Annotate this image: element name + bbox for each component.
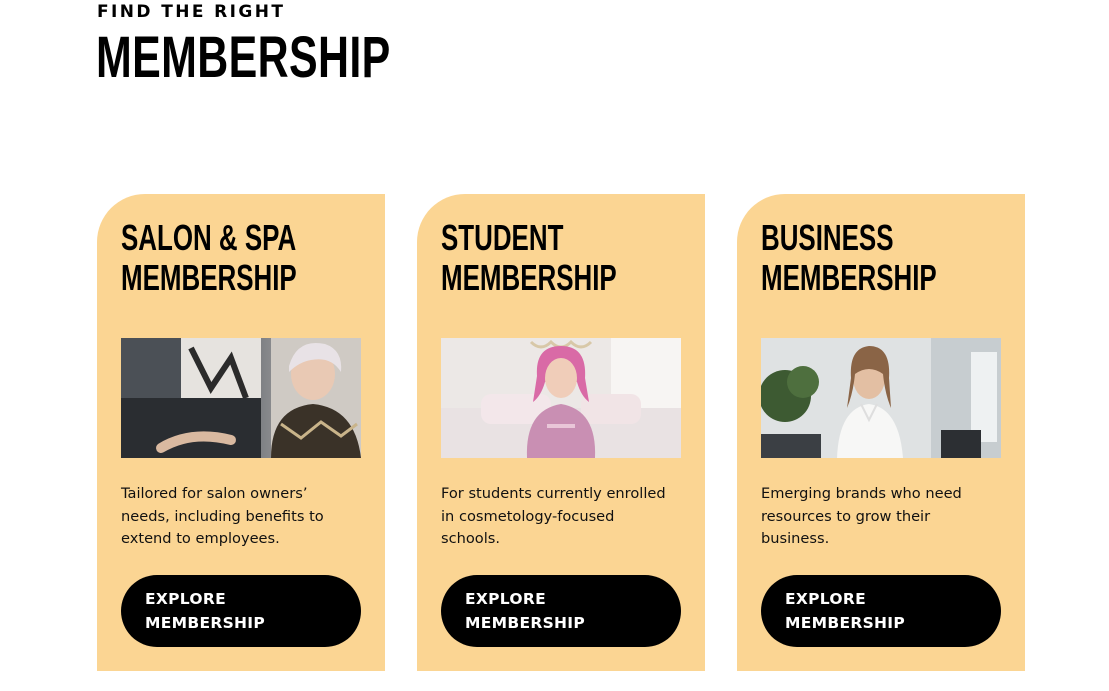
button-label-line: MEMBERSHIP — [785, 613, 906, 632]
membership-card-student: STUDENT MEMBERSHIP For students currentl… — [417, 194, 705, 671]
card-title-line: STUDENT — [441, 217, 564, 258]
card-title: BUSINESS MEMBERSHIP — [761, 218, 937, 298]
button-label-line: EXPLORE — [785, 590, 867, 608]
card-title-line: MEMBERSHIP — [761, 257, 937, 298]
membership-card-business: BUSINESS MEMBERSHIP Emerging brands who … — [737, 194, 1025, 671]
section-eyebrow: FIND THE RIGHT — [97, 2, 286, 22]
button-label-line: MEMBERSHIP — [465, 613, 586, 632]
membership-section: FIND THE RIGHT MEMBERSHIP SALON & SPA ME… — [0, 0, 1109, 691]
button-label-line: EXPLORE — [145, 590, 227, 608]
student-photo — [441, 338, 681, 458]
card-title-line: BUSINESS — [761, 217, 894, 258]
card-title-line: SALON & SPA — [121, 217, 297, 258]
explore-membership-button[interactable]: EXPLORE MEMBERSHIP — [761, 575, 1001, 647]
button-label-line: EXPLORE — [465, 590, 547, 608]
card-description: Emerging brands who need resources to gr… — [761, 485, 962, 547]
button-label-line: MEMBERSHIP — [145, 613, 266, 632]
card-title-line: MEMBERSHIP — [441, 257, 617, 298]
explore-membership-button[interactable]: EXPLORE MEMBERSHIP — [441, 575, 681, 647]
card-title: STUDENT MEMBERSHIP — [441, 218, 617, 298]
section-title: MEMBERSHIP — [96, 25, 391, 90]
card-description: Tailored for salon owners’ needs, includ… — [121, 485, 324, 547]
business-owner-photo — [761, 338, 1001, 458]
card-title: SALON & SPA MEMBERSHIP — [121, 218, 297, 298]
card-description: For students currently enrolled in cosme… — [441, 485, 666, 547]
card-title-line: MEMBERSHIP — [121, 257, 297, 298]
membership-card-salon-spa: SALON & SPA MEMBERSHIP Tailored for salo… — [97, 194, 385, 671]
explore-membership-button[interactable]: EXPLORE MEMBERSHIP — [121, 575, 361, 647]
salon-owner-photo — [121, 338, 361, 458]
